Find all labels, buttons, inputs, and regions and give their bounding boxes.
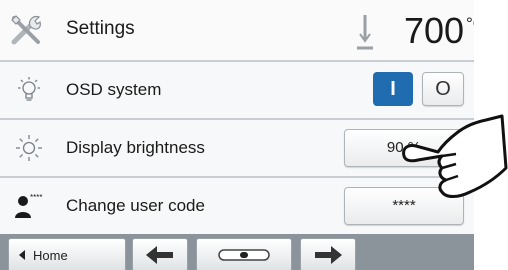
user-code-icon: **** (15, 193, 42, 218)
arrow-right-icon (315, 246, 342, 264)
osd-on-button[interactable]: I (373, 72, 413, 106)
forward-button[interactable] (300, 238, 356, 270)
osd-off-label: O (435, 78, 451, 100)
sun-icon (16, 135, 42, 161)
home-button[interactable]: Home (8, 238, 126, 270)
pointing-hand-icon (402, 114, 508, 198)
page-title: Settings (66, 18, 135, 39)
display-brightness-label: Display brightness (66, 138, 205, 157)
osd-system-label: OSD system (66, 80, 162, 99)
home-label: Home (33, 248, 68, 263)
footer-bar: Home (0, 234, 474, 270)
osd-on-label: I (390, 78, 396, 100)
header-bar: Settings 700 °C (0, 0, 474, 62)
svg-text:****: **** (30, 193, 42, 202)
lightbulb-icon (18, 77, 40, 101)
slider-button[interactable] (196, 238, 292, 270)
tools-icon (11, 15, 41, 45)
osd-off-button[interactable]: O (422, 72, 464, 106)
temperature-unit: °C (466, 14, 474, 33)
slider-icon (218, 249, 270, 261)
change-user-code-label: Change user code (66, 196, 205, 215)
back-button[interactable] (132, 238, 188, 270)
arrow-left-icon (146, 246, 173, 264)
temperature-value: 700 (404, 10, 465, 51)
temperature-icon (357, 15, 373, 50)
home-arrow-icon (19, 250, 25, 260)
